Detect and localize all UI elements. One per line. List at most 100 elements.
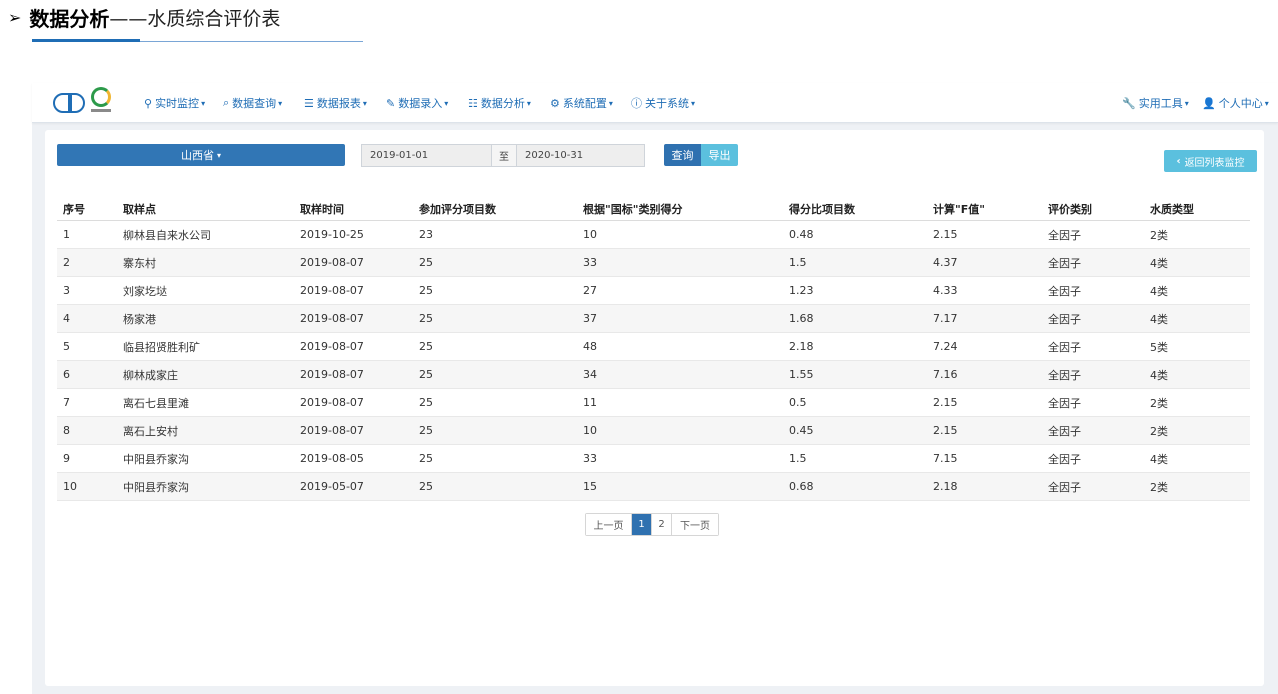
header-col-fvalue: 计算"F值"	[933, 202, 985, 216]
col-ratio: 0.5	[789, 396, 807, 409]
nav-realtime-monitor[interactable]: ⚲ 实时监控 ▾	[144, 95, 205, 111]
query-button[interactable]: 查询	[664, 144, 701, 166]
col-type: 2类	[1150, 396, 1168, 410]
header-col-type: 水质类型	[1150, 202, 1194, 216]
col-index: 6	[63, 368, 70, 381]
nav-data-report[interactable]: ☰ 数据报表 ▾	[304, 95, 367, 111]
col-score: 10	[583, 424, 597, 437]
brand-swirl-icon	[87, 87, 115, 115]
date-separator: 至	[491, 145, 517, 166]
col-fvalue: 4.37	[933, 256, 958, 269]
province-label: 山西省	[180, 149, 214, 162]
nav-about-system[interactable]: ⓘ 关于系统 ▾	[631, 95, 695, 111]
col-index: 5	[63, 340, 70, 353]
col-site: 寨东村	[123, 256, 156, 270]
export-button[interactable]: 导出	[701, 144, 738, 166]
table-row: 1 柳林县自来水公司 2019-10-25 23 10 0.48 2.15 全因子 2类	[57, 221, 1250, 249]
col-category: 全因子	[1048, 256, 1081, 270]
col-index: 10	[63, 480, 77, 493]
col-items: 25	[419, 256, 433, 269]
caret-down-icon: ▾	[1184, 98, 1189, 108]
date-range: 2019-01-01 至 2020-10-31	[361, 144, 645, 167]
col-index: 4	[63, 312, 70, 325]
col-items: 25	[419, 312, 433, 325]
wrench-icon: 🔧	[1122, 96, 1136, 110]
caret-down-icon: ▾	[362, 98, 367, 108]
col-ratio: 1.55	[789, 368, 814, 381]
nav-label: 关于系统	[645, 97, 689, 110]
col-time: 2019-10-25	[300, 228, 364, 241]
nav-data-query[interactable]: ⌕ 数据查询 ▾	[223, 95, 282, 111]
header-col-category: 评价类别	[1048, 202, 1092, 216]
col-time: 2019-05-07	[300, 480, 364, 493]
col-items: 25	[419, 452, 433, 465]
nav-data-entry[interactable]: ✎ 数据录入 ▾	[386, 95, 448, 111]
back-label: 返回列表监控	[1184, 157, 1245, 169]
col-fvalue: 7.17	[933, 312, 958, 325]
table-row: 8 离石上安村 2019-08-07 25 10 0.45 2.15 全因子 2类	[57, 417, 1250, 445]
province-dropdown[interactable]: 山西省 ▾	[57, 144, 345, 166]
heading-subtitle: ——水质综合评价表	[109, 7, 281, 30]
prev-page-button[interactable]: 上一页	[586, 514, 632, 535]
table-row: 10 中阳县乔家沟 2019-05-07 25 15 0.68 2.18 全因子 2类	[57, 473, 1250, 501]
col-site: 柳林成家庄	[123, 368, 178, 382]
col-items: 25	[419, 284, 433, 297]
page-2-button[interactable]: 2	[652, 514, 672, 535]
col-fvalue: 4.33	[933, 284, 958, 297]
col-score: 27	[583, 284, 597, 297]
evaluation-table: 序号 取样点 取样时间 参加评分项目数 根据"国标"类别得分 得分比项目数 计算"F值" 评价…	[57, 197, 1250, 501]
nav-label: 数据录入	[398, 97, 443, 110]
pagination: 上一页 1 2 下一页	[585, 513, 719, 536]
col-category: 全因子	[1048, 480, 1081, 494]
col-score: 33	[583, 452, 597, 465]
nav-label: 个人中心	[1218, 97, 1263, 110]
col-fvalue: 2.15	[933, 424, 958, 437]
caret-down-icon: ▾	[526, 98, 531, 108]
app-screenshot: ⚲ 实时监控 ▾ ⌕ 数据查询 ▾ ☰ 数据报表 ▾ ✎ 数据录入 ▾ ☷ 数据…	[32, 83, 1278, 694]
col-fvalue: 2.18	[933, 480, 958, 493]
col-fvalue: 2.15	[933, 396, 958, 409]
col-ratio: 1.23	[789, 284, 814, 297]
col-time: 2019-08-07	[300, 368, 364, 381]
info-icon: ⓘ	[631, 97, 642, 110]
map-marker-icon: ⚲	[144, 96, 153, 110]
back-to-list-button[interactable]: ‹ 返回列表监控	[1164, 150, 1257, 172]
start-date-input[interactable]: 2019-01-01	[362, 145, 491, 166]
nav-utilities[interactable]: 🔧 实用工具 ▾	[1122, 95, 1189, 111]
nav-data-analysis[interactable]: ☷ 数据分析 ▾	[468, 95, 531, 111]
col-type: 2类	[1150, 480, 1168, 494]
header-col-time: 取样时间	[300, 202, 344, 216]
col-items: 25	[419, 368, 433, 381]
col-time: 2019-08-07	[300, 424, 364, 437]
nav-system-config[interactable]: ⚙ 系统配置 ▾	[550, 95, 613, 111]
col-ratio: 2.18	[789, 340, 814, 353]
table-row: 3 刘家圪垯 2019-08-07 25 27 1.23 4.33 全因子 4类	[57, 277, 1250, 305]
page-1-button[interactable]: 1	[632, 514, 652, 535]
nav-label: 数据分析	[480, 97, 525, 110]
end-date-input[interactable]: 2020-10-31	[517, 145, 644, 166]
col-ratio: 0.45	[789, 424, 814, 437]
edit-icon: ✎	[386, 96, 396, 110]
next-page-button[interactable]: 下一页	[672, 514, 718, 535]
col-items: 25	[419, 340, 433, 353]
nav-user-center[interactable]: 👤 个人中心 ▾	[1202, 95, 1269, 111]
col-type: 4类	[1150, 312, 1168, 326]
col-time: 2019-08-07	[300, 396, 364, 409]
col-type: 4类	[1150, 452, 1168, 466]
col-score: 15	[583, 480, 597, 493]
col-fvalue: 7.24	[933, 340, 958, 353]
col-fvalue: 2.15	[933, 228, 958, 241]
caret-down-icon: ▾	[216, 150, 221, 160]
navbar: ⚲ 实时监控 ▾ ⌕ 数据查询 ▾ ☰ 数据报表 ▾ ✎ 数据录入 ▾ ☷ 数据…	[32, 83, 1278, 123]
col-type: 4类	[1150, 284, 1168, 298]
caret-down-icon: ▾	[608, 98, 613, 108]
col-type: 2类	[1150, 424, 1168, 438]
gear-icon: ⚙	[550, 96, 560, 110]
caret-down-icon: ▾	[201, 98, 206, 108]
col-type: 4类	[1150, 368, 1168, 382]
tasks-icon: ☷	[468, 96, 478, 110]
col-category: 全因子	[1048, 284, 1081, 298]
col-site: 杨家港	[123, 312, 156, 326]
nav-label: 实用工具	[1138, 97, 1183, 110]
col-score: 11	[583, 396, 597, 409]
